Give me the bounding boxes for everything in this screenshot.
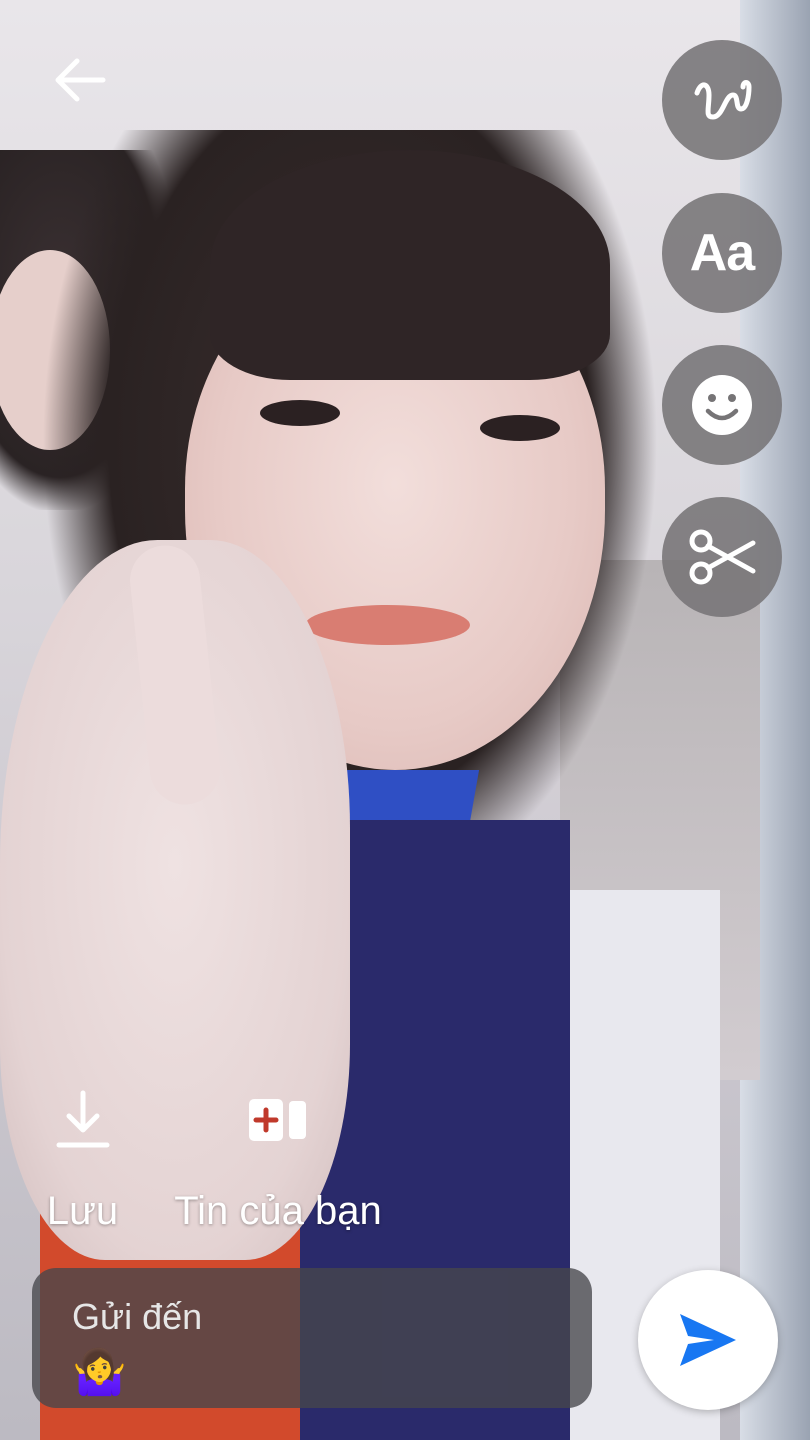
save-button[interactable]: Lưu xyxy=(40,1085,125,1234)
save-label: Lưu xyxy=(46,1189,119,1233)
send-button[interactable] xyxy=(638,1270,778,1410)
sticker-tool-button[interactable] xyxy=(662,345,782,465)
text-tool-label: Aa xyxy=(689,224,755,282)
recipient-emoji: 🤷‍♀️ xyxy=(72,1348,127,1397)
photo-eye-right xyxy=(480,415,560,441)
send-icon xyxy=(680,1314,736,1366)
story-label: Tin của bạn xyxy=(174,1189,382,1233)
photo-bangs xyxy=(210,150,610,380)
draw-tool-button[interactable] xyxy=(662,40,782,160)
send-to-label: Gửi đến xyxy=(72,1296,203,1337)
back-button[interactable] xyxy=(40,45,120,115)
download-icon xyxy=(56,1090,109,1148)
arrow-left-icon xyxy=(55,58,106,102)
send-to-field[interactable]: Gửi đến 🤷‍♀️ xyxy=(32,1268,592,1408)
smiley-icon xyxy=(692,375,752,435)
add-story-icon xyxy=(249,1099,306,1141)
text-tool-button[interactable]: Aa xyxy=(662,193,782,313)
crop-tool-button[interactable] xyxy=(662,497,782,617)
photo-eye-left xyxy=(260,400,340,426)
photo-lips xyxy=(305,605,470,645)
scissors-icon xyxy=(689,529,756,585)
squiggle-icon xyxy=(694,80,752,120)
add-to-story-button[interactable]: Tin của bạn xyxy=(158,1085,398,1234)
